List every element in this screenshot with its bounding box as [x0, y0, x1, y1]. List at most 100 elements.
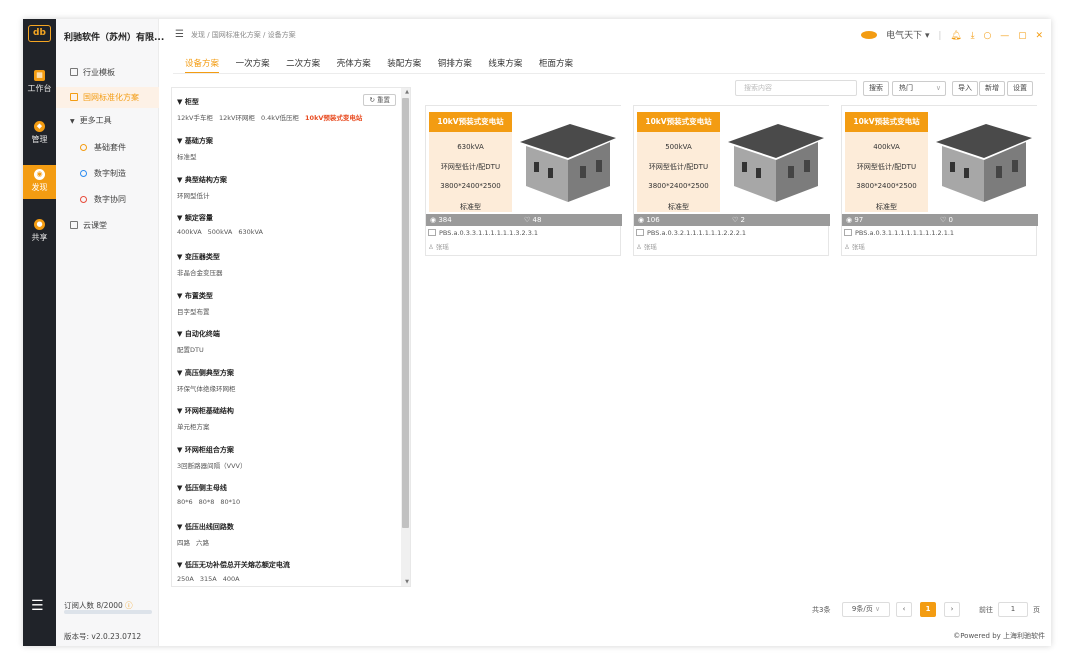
- filter-title: ▼ 额定容量: [177, 214, 213, 222]
- scheme-card[interactable]: 10kV预装式变电站 400kVA 环网型低计/配DTU 3800*2400*2…: [841, 105, 1038, 256]
- share-icon: ●: [34, 219, 45, 230]
- scheme-card[interactable]: 10kV预装式变电站 500kVA 环网型低计/配DTU 3800*2400*2…: [633, 105, 830, 256]
- tab-secondary[interactable]: 二次方案: [286, 57, 320, 72]
- filter-option[interactable]: 3回断路器间隔（VVV）: [177, 462, 246, 470]
- discover-icon: ◉: [34, 169, 45, 180]
- substation-image: [728, 124, 824, 202]
- likes-count[interactable]: ♡ 2: [732, 214, 745, 226]
- chevron-right-icon: ›: [950, 605, 954, 613]
- company-name[interactable]: 利驰软件（苏州）有限...: [64, 30, 164, 43]
- goto-page-input[interactable]: 1: [998, 602, 1028, 617]
- prev-page-button[interactable]: ‹: [896, 602, 912, 617]
- sidebar-item-label: 数字协同: [94, 195, 126, 204]
- new-button[interactable]: 新增: [979, 81, 1005, 96]
- likes-value: 2: [740, 216, 745, 224]
- filter-group-hv-scheme: ▼ 高压侧典型方案 环保气体绝缘环网柜: [177, 368, 242, 393]
- close-icon[interactable]: ✕: [1035, 31, 1043, 41]
- rail-item-share[interactable]: ● 共享: [23, 215, 56, 249]
- card-badge: 10kV预装式变电站: [845, 112, 928, 132]
- heart-icon: ♡: [524, 216, 531, 224]
- sidebar-item-label: 数字制造: [94, 169, 126, 178]
- filter-option[interactable]: 环保气体绝缘环网柜: [177, 385, 236, 393]
- manufacturing-icon: [80, 170, 87, 177]
- filter-option[interactable]: 80*6: [177, 498, 193, 506]
- sort-select[interactable]: 热门 ∨: [892, 81, 946, 96]
- tab-assembly[interactable]: 装配方案: [387, 57, 421, 72]
- rail-item-workbench[interactable]: ▦ 工作台: [23, 66, 56, 100]
- sidebar-item-digital-collaboration[interactable]: 数字协同: [56, 189, 159, 210]
- filter-option[interactable]: 630kVA: [238, 228, 263, 236]
- sidebar-item-basic-suite[interactable]: 基础套件: [56, 137, 159, 158]
- menu-icon[interactable]: ☰: [31, 599, 48, 613]
- user-menu[interactable]: 电气天下 ▾: [886, 31, 929, 41]
- filter-option[interactable]: 目字型布置: [177, 308, 210, 316]
- filter-option[interactable]: 四路: [177, 539, 190, 547]
- scroll-down-icon[interactable]: ▼: [405, 579, 409, 585]
- filter-option[interactable]: 标准型: [177, 153, 197, 161]
- filter-option[interactable]: 80*10: [220, 498, 240, 506]
- tab-busbar[interactable]: 铜排方案: [438, 57, 472, 72]
- filter-option[interactable]: 500kVA: [208, 228, 233, 236]
- filter-option[interactable]: 非晶合金变压器: [177, 269, 223, 277]
- minimize-icon[interactable]: —: [1000, 31, 1009, 41]
- collapse-sidebar-icon[interactable]: ☰: [175, 29, 184, 40]
- filter-title: ▼ 典型结构方案: [177, 176, 227, 184]
- filter-scroll-thumb[interactable]: [402, 98, 409, 528]
- next-page-button[interactable]: ›: [944, 602, 960, 617]
- filter-option[interactable]: 单元柜方案: [177, 423, 210, 431]
- sidebar-item-more-tools[interactable]: ▼ 更多工具: [56, 110, 159, 131]
- tab-panel[interactable]: 柜面方案: [539, 57, 573, 72]
- standard-icon: [70, 93, 78, 101]
- filter-option-selected[interactable]: 10kV预装式变电站: [305, 114, 362, 122]
- download-icon[interactable]: ⤓: [971, 31, 975, 41]
- filter-option[interactable]: 80*8: [199, 498, 215, 506]
- user-icon: ♙: [428, 243, 434, 251]
- tab-equipment[interactable]: 设备方案: [185, 57, 220, 73]
- eye-icon: ◉: [430, 216, 437, 224]
- filter-option[interactable]: 315A: [200, 575, 217, 583]
- likes-count[interactable]: ♡ 0: [940, 214, 953, 226]
- page-size-value: 9条/页: [851, 605, 873, 613]
- dashboard-icon: ▦: [34, 70, 45, 81]
- likes-count[interactable]: ♡ 48: [524, 214, 541, 226]
- search-input[interactable]: 搜索内容: [735, 80, 857, 96]
- card-stats: ◉ 106 ♡ 2: [634, 214, 830, 226]
- filter-option[interactable]: 环网型低计: [177, 192, 210, 200]
- page-size-select[interactable]: 9条/页 ∨: [842, 602, 890, 617]
- suite-icon: [80, 144, 87, 151]
- filter-group-rated-capacity: ▼ 额定容量 400kVA 500kVA 630kVA: [177, 213, 269, 236]
- rail-item-discover[interactable]: ◉ 发现: [23, 165, 56, 199]
- refresh-icon[interactable]: ○: [983, 31, 991, 41]
- tab-primary[interactable]: 一次方案: [236, 57, 270, 72]
- owner-name: 张瑶: [435, 243, 449, 251]
- sidebar-item-industry-template[interactable]: 行业模板: [56, 62, 159, 83]
- app-logo: db: [28, 25, 51, 42]
- filter-title: ▼ 环网柜组合方案: [177, 446, 234, 454]
- filter-option[interactable]: 250A: [177, 575, 194, 583]
- nav-rail: db ▦ 工作台 ◆ 管理 ◉ 发现 ● 共享 ☰: [23, 19, 56, 646]
- sidebar-item-cloud-classroom[interactable]: 云课堂: [56, 215, 159, 236]
- tab-harness[interactable]: 线束方案: [488, 57, 522, 72]
- filter-option[interactable]: 12kV手车柜: [177, 114, 213, 122]
- code-value: PBS.a.0.3.1.1.1.1.1.1.1.1.2.1.1: [855, 229, 955, 237]
- filter-option[interactable]: 400kVA: [177, 228, 202, 236]
- rail-item-manage[interactable]: ◆ 管理: [23, 117, 56, 151]
- scheme-card[interactable]: 10kV预装式变电站 630kVA 环网型低计/配DTU 3800*2400*2…: [425, 105, 622, 256]
- filter-option[interactable]: 12kV环网柜: [219, 114, 255, 122]
- scroll-up-icon[interactable]: ▲: [405, 89, 409, 95]
- filter-option[interactable]: 0.4kV低压柜: [261, 114, 299, 122]
- filter-title: ▼ 柜型: [177, 98, 199, 106]
- filter-option[interactable]: 配置DTU: [177, 346, 204, 354]
- filter-option[interactable]: 400A: [223, 575, 240, 583]
- tab-enclosure[interactable]: 壳体方案: [337, 57, 371, 72]
- sidebar-item-digital-manufacturing[interactable]: 数字制造: [56, 163, 159, 184]
- filter-option[interactable]: 六路: [196, 539, 209, 547]
- search-button[interactable]: 搜索: [863, 81, 889, 96]
- maximize-icon[interactable]: ▢: [1018, 31, 1027, 41]
- settings-button[interactable]: 设置: [1007, 81, 1033, 96]
- bell-icon[interactable]: 🔔︎: [950, 31, 961, 41]
- page-number-current[interactable]: 1: [920, 602, 936, 617]
- sidebar-item-standard-scheme[interactable]: 国网标准化方案: [56, 87, 159, 108]
- spec-capacity: 500kVA: [665, 143, 692, 151]
- import-button[interactable]: 导入: [952, 81, 978, 96]
